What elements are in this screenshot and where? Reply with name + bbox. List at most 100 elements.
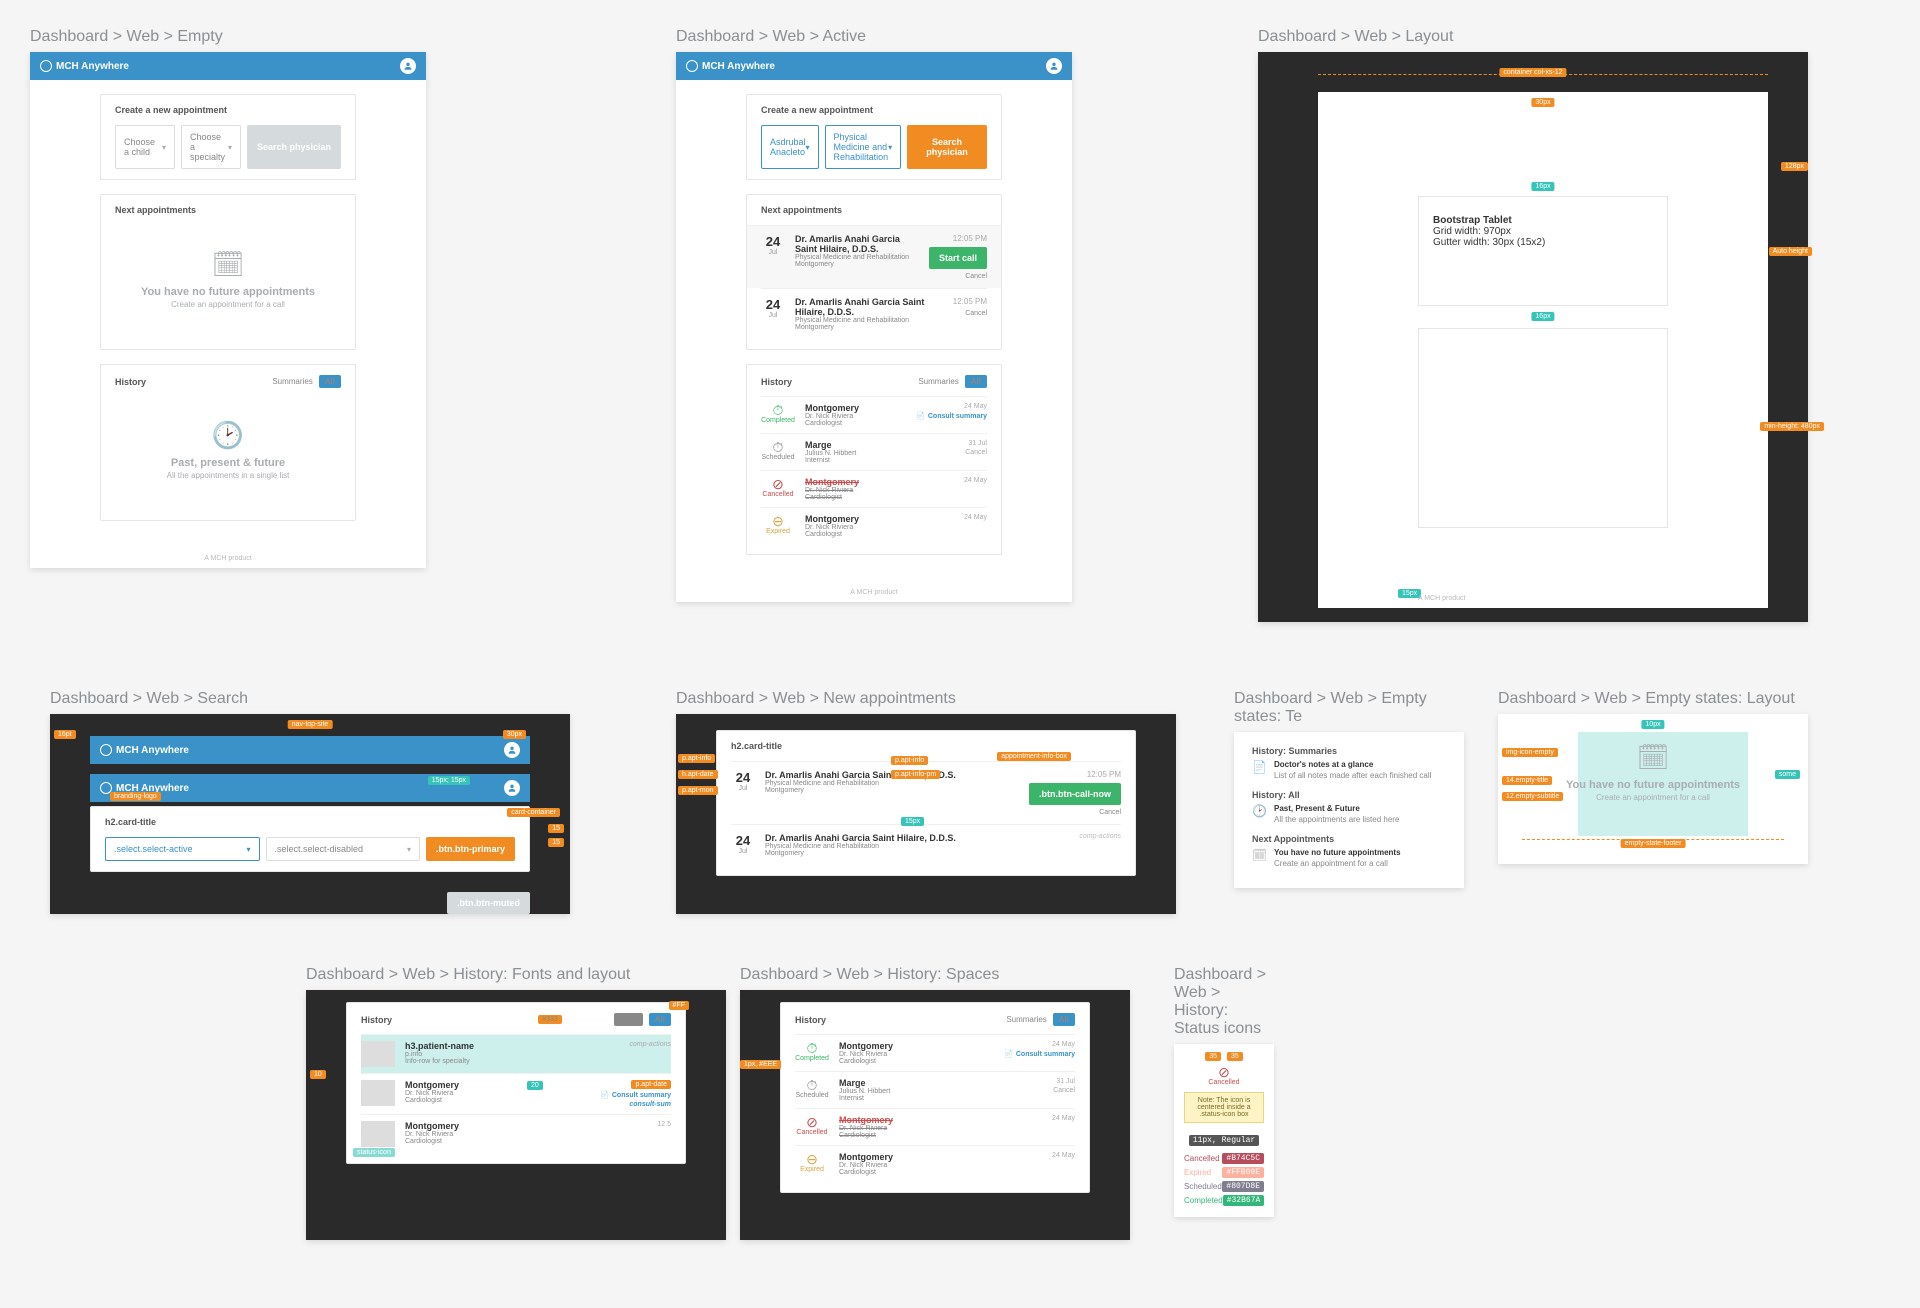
filter-all[interactable]: All xyxy=(965,375,987,388)
tag: 15px xyxy=(901,817,924,826)
filter-summaries[interactable]: Summaries xyxy=(918,377,958,386)
layout-card: Bootstrap Tablet Grid width: 970px Gutte… xyxy=(1418,196,1668,306)
frame-search: 16pt nav-top-site 30px MCH Anywhere MCH … xyxy=(50,714,570,914)
artboard-title: Dashboard > Web > History: Spaces xyxy=(740,966,1130,984)
consult-summary-link[interactable]: 📄Consult summary xyxy=(600,1091,671,1099)
tag: 12.5 xyxy=(657,1121,671,1128)
start-call-button[interactable]: Start call xyxy=(929,247,987,269)
tag: comp-actions xyxy=(629,1041,671,1048)
clock-icon: 🕑 xyxy=(1252,804,1266,818)
status-color-row: Expired#FFB09E xyxy=(1184,1167,1264,1178)
create-title: Create a new appointment xyxy=(761,105,987,115)
footer: A MCH product xyxy=(1418,595,1465,602)
status-expired-icon: ⊖Expired xyxy=(761,514,795,535)
time: 12:05 PM xyxy=(953,297,987,306)
filter-all[interactable]: All xyxy=(1053,1013,1075,1026)
tag: Info-row for specialty xyxy=(405,1058,619,1065)
history-row: ⊘Cancelled MontgomeryDr. Nick RivieraCar… xyxy=(795,1108,1075,1145)
status-cancelled-icon: ⊘Cancelled xyxy=(1184,1065,1264,1086)
calendar-icon: 🗓 xyxy=(1252,848,1266,862)
specialty-select[interactable]: Choose a specialty▾ xyxy=(181,125,241,169)
artboard-title: Dashboard > Web > Search xyxy=(50,690,570,708)
frame-hist-spaces: 1px, #EEE History SummariesAll ⏱Complete… xyxy=(740,990,1130,1240)
filter[interactable]: sum xyxy=(614,1013,642,1026)
user-icon[interactable] xyxy=(504,780,520,796)
history-row: ⏱Scheduled MargeJulius N. HibbertInterni… xyxy=(795,1071,1075,1108)
chevron-down-icon: ▾ xyxy=(888,143,892,152)
consult-summary-link[interactable]: 📄Consult summary xyxy=(916,412,987,420)
tag: 30px xyxy=(1531,98,1554,107)
artboard-title: Dashboard > Web > Empty xyxy=(30,28,426,46)
user-icon[interactable] xyxy=(504,742,520,758)
tag: some xyxy=(1775,770,1800,779)
tag: min-height: 480px xyxy=(1760,422,1824,431)
filter-summaries[interactable]: Summaries xyxy=(272,377,312,386)
consult-summary-link[interactable]: 📄Consult summary xyxy=(1004,1050,1075,1058)
tag: 10 xyxy=(310,1070,326,1079)
calendar-icon: 🗓 xyxy=(115,249,341,280)
date-col: 24Jul xyxy=(761,297,785,319)
tag: p.apt-info-pm xyxy=(891,770,940,779)
history-row: h3.patient-name p.info Info-row for spec… xyxy=(361,1034,671,1073)
user-icon[interactable] xyxy=(400,58,416,74)
child-select[interactable]: Asdrubal Anacleto▾ xyxy=(761,125,819,169)
status-color-row: Completed#32B67A xyxy=(1184,1195,1264,1206)
empty-title: Past, present & future xyxy=(115,457,341,469)
cancel-link[interactable]: Cancel xyxy=(965,310,987,317)
brand-icon xyxy=(40,60,52,72)
select-active[interactable]: .select.select-active▾ xyxy=(105,837,260,861)
search-physician-button[interactable]: Search physician xyxy=(907,125,987,169)
tag: consult-sum xyxy=(629,1101,671,1108)
artboard-title: Dashboard > Web > Layout xyxy=(1258,28,1808,46)
child-select[interactable]: Choose a child▾ xyxy=(115,125,175,169)
doctor-name: Dr. Amarlis Anahi Garcia Saint Hilaire, … xyxy=(795,297,943,317)
artboard-title: Dashboard > Web > Empty states: Layout xyxy=(1498,690,1808,708)
appointment-row: 24Jul Dr. Amarlis Anahi Garcia Saint Hil… xyxy=(747,225,1001,288)
btn-call-now[interactable]: .btn.btn-call-now xyxy=(1029,783,1121,805)
history-row: ⊖Expired MontgomeryDr. Nick RivieraCardi… xyxy=(795,1145,1075,1182)
user-icon[interactable] xyxy=(1046,58,1062,74)
tag: 16pt xyxy=(54,730,76,739)
topbar: MCH Anywhere xyxy=(90,736,530,764)
frame-empty-layout: 10px img-icon-empty 🗓 14.empty-title You… xyxy=(1498,714,1808,864)
tag: p.apt-info xyxy=(678,754,715,763)
cancel-link[interactable]: Cancel xyxy=(965,449,987,456)
search-physician-button[interactable]: Search physician xyxy=(247,125,341,169)
tag: h.apt-date xyxy=(678,770,718,779)
frame-hist-fonts: 10 History #333 Summaries sum All #FF h3… xyxy=(306,990,726,1240)
create-card: h2.card-title 15px; 15px .select.select-… xyxy=(90,806,530,872)
next-card: Next appointments 24Jul Dr. Amarlis Anah… xyxy=(746,194,1002,350)
frame-empty: MCH Anywhere Create a new appointment Ch… xyxy=(30,52,426,568)
select-disabled: .select.select-disabled▾ xyxy=(266,837,421,861)
frame-status-icons: 35 35 ⊘Cancelled Note: The icon is cente… xyxy=(1174,1044,1274,1217)
tag: 15 xyxy=(548,838,564,847)
chevron-down-icon: ▾ xyxy=(806,143,810,152)
btn-primary[interactable]: .btn.btn-primary xyxy=(426,837,515,861)
empty-next: 🗓 You have no future appointments Create… xyxy=(115,225,341,339)
status-scheduled-icon: ⏱Scheduled xyxy=(761,440,795,461)
specialty-select[interactable]: Physical Medicine and Rehabilitation▾ xyxy=(825,125,902,169)
tag: #333 xyxy=(538,1015,562,1024)
section-heading: History: Summaries xyxy=(1252,746,1446,756)
history-row: ⏱Completed MontgomeryDr. Nick RivieraCar… xyxy=(795,1034,1075,1071)
btn-muted[interactable]: .btn.btn-muted xyxy=(447,892,530,914)
history-card: History #333 Summaries sum All #FF h3.pa… xyxy=(346,1002,686,1164)
next-title: Next appointments xyxy=(115,205,341,215)
tag: 16px xyxy=(1531,182,1554,191)
status-completed-icon: ⏱Completed xyxy=(761,403,795,424)
artboard-title: Dashboard > Web > Active xyxy=(676,28,1072,46)
tag: p.apt-date xyxy=(631,1080,671,1089)
tag: 128px xyxy=(1781,162,1808,171)
filter-all[interactable]: All xyxy=(319,375,341,388)
section-heading: Next Appointments xyxy=(1252,834,1446,844)
tag: h3.patient-name xyxy=(405,1041,619,1051)
filter[interactable]: All xyxy=(649,1013,671,1026)
footer: A MCH product xyxy=(30,549,426,568)
date: 24 May xyxy=(964,403,987,410)
artboard-title: Dashboard > Web > New appointments xyxy=(676,690,1176,708)
appointment-row: 15px 24Jul Dr. Amarlis Anahi Garcia Sain… xyxy=(731,824,1121,865)
time: 12:05 PM xyxy=(953,234,987,243)
frame-empty-text: History: Summaries 📄Doctor's notes at a … xyxy=(1234,732,1464,888)
history-title: History xyxy=(115,377,146,387)
cancel-link[interactable]: Cancel xyxy=(965,273,987,280)
